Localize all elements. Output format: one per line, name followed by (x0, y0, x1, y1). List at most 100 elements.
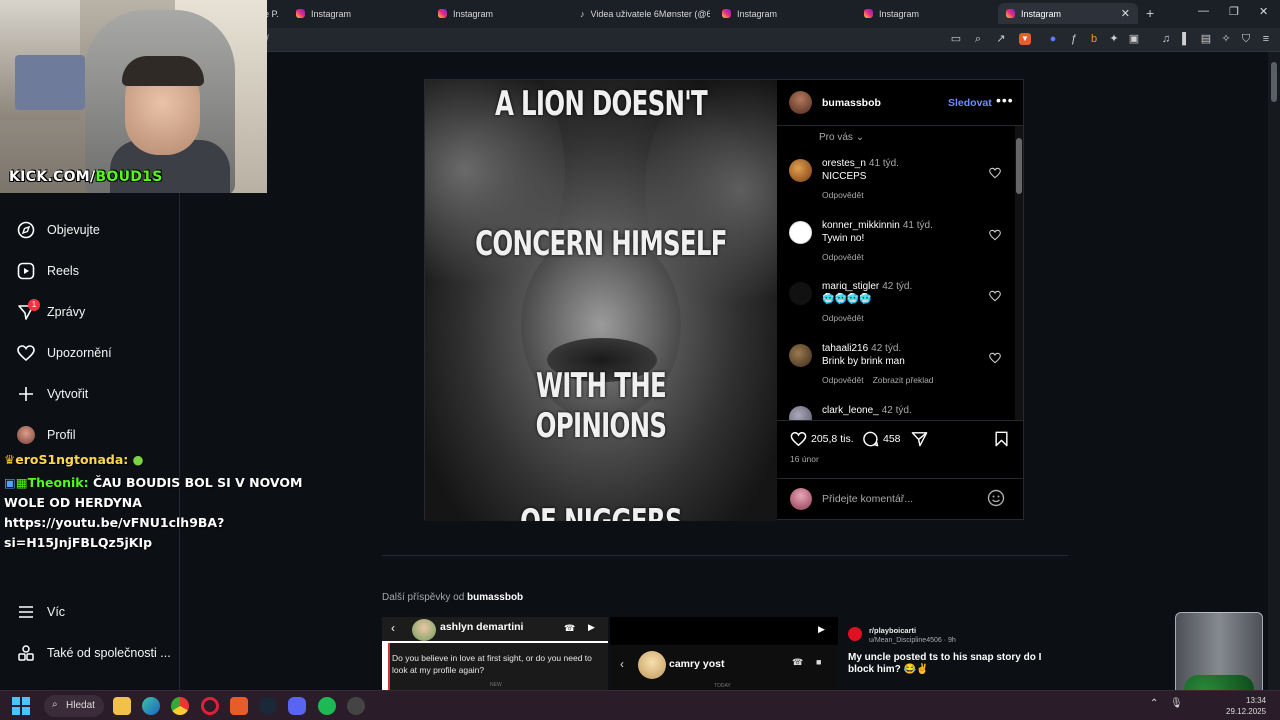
avatar[interactable] (789, 282, 812, 305)
comment-sort-dropdown[interactable]: Pro vás ⌄ (819, 132, 864, 143)
extension-icon[interactable]: ▣ (1128, 33, 1140, 45)
webcam-overlay: KICK.COM/BOUD1S (0, 0, 267, 193)
avatar[interactable] (789, 91, 812, 114)
browser-tab[interactable]: ♪ Videa uživatele 6Mønster (@6 (572, 3, 710, 24)
divider (382, 555, 1068, 556)
steam-icon[interactable] (259, 697, 277, 715)
leo-icon[interactable]: ✧ (1220, 33, 1232, 45)
chevron-up-icon[interactable]: ⌃ (1150, 698, 1158, 709)
avatar[interactable] (789, 221, 812, 244)
notification-badge: 1 (28, 299, 40, 311)
reply-button[interactable]: Odpovědět (822, 313, 864, 323)
tab-label: Instagram (879, 8, 920, 19)
post-image[interactable]: A LION DOESN'T CONCERN HIMSELF WITH THE … (425, 80, 777, 521)
extension-icon[interactable]: ƒ (1068, 33, 1080, 45)
avatar[interactable] (789, 406, 812, 420)
chat-message: ♛eroS1ngtonada: ● (4, 450, 144, 470)
sidebar-item-meta[interactable]: Také od společnosti ... (16, 641, 171, 665)
cast-icon[interactable]: ▭ (950, 33, 962, 45)
tab-label: Videa uživatele 6Mønster (@6 (590, 8, 711, 19)
like-comment-icon[interactable] (989, 228, 1001, 246)
more-options-icon[interactable]: ••• (996, 92, 1014, 108)
thumbnail-post[interactable]: ▶ ‹ camry yost ☎ ■ TODAY (610, 617, 838, 690)
new-tab-button[interactable]: + (1146, 5, 1154, 21)
close-window-icon[interactable]: ✕ (1259, 5, 1268, 18)
brave-shield-icon[interactable]: ▼ (1019, 33, 1031, 45)
browser-tab[interactable]: Instagram (430, 3, 568, 24)
comment-time: 41 týd. (868, 158, 899, 169)
comment-username[interactable]: tahaali216 (822, 343, 868, 354)
discord-icon[interactable] (288, 697, 306, 715)
comment-username[interactable]: clark_leone_ (822, 405, 879, 416)
emoji-icon[interactable] (987, 489, 1005, 512)
sidebar-item-reels[interactable]: Reels (16, 259, 79, 283)
microphone-icon[interactable]: 🎙 (1170, 698, 1183, 709)
reply-button[interactable]: Odpovědět (822, 375, 864, 385)
taskbar-search[interactable]: ⌕ Hledat (44, 695, 104, 717)
edge-icon[interactable] (142, 697, 160, 715)
system-clock[interactable]: 13:34 29.12.2025 (1226, 695, 1266, 717)
menu-icon[interactable]: ≡ (1260, 33, 1272, 45)
browser-tab[interactable]: Instagram (714, 3, 852, 24)
instagram-icon (864, 9, 873, 18)
zoom-icon[interactable]: ⌕ (972, 33, 984, 45)
comment-text: Tywin no! (822, 233, 865, 244)
wallet-icon[interactable]: ▤ (1200, 33, 1212, 45)
back-icon: ‹ (620, 657, 624, 671)
like-comment-icon[interactable] (989, 289, 1001, 307)
chrome-icon[interactable] (171, 697, 189, 715)
puzzle-icon[interactable]: ✦ (1108, 33, 1120, 45)
thumbnail-post[interactable]: r/playboicarti u/Mean_Discipline4506 · 9… (840, 617, 1070, 690)
close-tab-icon[interactable]: ✕ (1121, 7, 1130, 20)
share-icon[interactable]: ↗ (995, 33, 1007, 45)
comment-input[interactable]: Přidejte komentář... (822, 493, 913, 505)
sidebar-item-messages[interactable]: 1 Zprávy (16, 299, 85, 324)
restore-icon[interactable]: ❐ (1229, 5, 1239, 18)
sidebar-item-explore[interactable]: Objevujte (16, 218, 100, 242)
music-icon[interactable]: ♫ (1160, 33, 1172, 45)
sidebar-item-profile[interactable]: Profil (16, 423, 75, 447)
sidebar-item-more[interactable]: Víc (16, 600, 65, 624)
vpn-icon[interactable]: ⛉ (1240, 33, 1252, 45)
video-icon: ▶ (588, 622, 595, 632)
sidebar-item-notifications[interactable]: Upozornění (16, 341, 112, 365)
opera-icon[interactable] (201, 697, 219, 715)
browser-tab[interactable]: Instagram (288, 3, 426, 24)
windows-start-icon[interactable] (12, 697, 30, 715)
more-posts-user[interactable]: bumassbob (467, 592, 523, 603)
brave-icon[interactable] (230, 697, 248, 715)
minimize-icon[interactable]: — (1198, 5, 1209, 17)
comment-time: 41 týd. (902, 220, 933, 231)
comment-username[interactable]: mariq_stigler (822, 281, 879, 292)
translate-button[interactable]: Zobrazit překlad (873, 375, 934, 385)
browser-tab-active[interactable]: Instagram ✕ (998, 3, 1138, 24)
follow-button[interactable]: Sledovat (948, 97, 992, 109)
sidebar-icon[interactable]: ▌ (1180, 33, 1192, 45)
thumbnail-post[interactable]: ‹ ashlyn demartini ☎ ▶ Do you believe in… (382, 617, 608, 690)
app-icon[interactable] (347, 697, 365, 715)
comment-button[interactable]: 458 (862, 431, 901, 447)
post-username[interactable]: bumassbob (822, 97, 881, 109)
page-scrollbar[interactable] (1268, 52, 1280, 690)
avatar (638, 651, 666, 679)
like-comment-icon[interactable] (989, 166, 1001, 184)
comments-scrollbar[interactable] (1015, 126, 1023, 420)
avatar[interactable] (789, 159, 812, 182)
more-posts-heading: Další příspěvky od bumassbob (382, 592, 523, 603)
like-button[interactable]: 205,8 tis. (790, 431, 854, 447)
file-explorer-icon[interactable] (113, 697, 131, 715)
spotify-icon[interactable] (318, 697, 336, 715)
browser-tab[interactable]: Instagram (856, 3, 994, 24)
reply-button[interactable]: Odpovědět (822, 190, 864, 200)
share-button[interactable] (911, 431, 932, 447)
extension-icon[interactable]: b (1088, 33, 1100, 45)
sidebar-item-create[interactable]: Vytvořit (16, 382, 88, 406)
save-button[interactable] (994, 431, 1013, 447)
extension-icon[interactable]: ● (1047, 33, 1059, 45)
reply-button[interactable]: Odpovědět (822, 252, 864, 262)
comment-username[interactable]: konner_mikkinnin (822, 220, 900, 231)
like-comment-icon[interactable] (989, 351, 1001, 369)
avatar[interactable] (789, 344, 812, 367)
comment-username[interactable]: orestes_n (822, 158, 866, 169)
heart-icon (16, 343, 36, 363)
